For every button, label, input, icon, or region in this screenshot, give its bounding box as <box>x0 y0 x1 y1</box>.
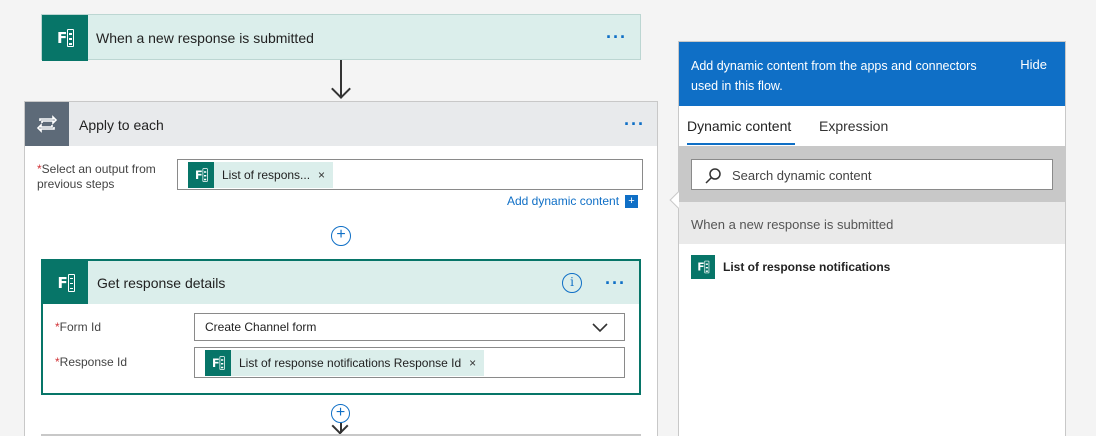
add-dynamic-content-link[interactable]: Add dynamic content <box>507 194 619 208</box>
panel-header: Add dynamic content from the apps and co… <box>679 42 1065 106</box>
section-header: When a new response is submitted <box>679 202 1065 244</box>
section-title: When a new response is submitted <box>691 217 894 232</box>
more-options-icon[interactable]: ··· <box>605 274 626 292</box>
select-output-label-text: Select an output from previous steps <box>37 162 156 191</box>
trigger-card[interactable]: F When a new response is submitted ··· <box>41 14 641 61</box>
form-id-label-text: Form Id <box>59 320 102 334</box>
response-id-input[interactable]: F List of response notifications Respons… <box>194 347 625 378</box>
loop-icon <box>36 115 58 133</box>
forms-icon: F <box>54 25 76 51</box>
token-remove-icon[interactable]: × <box>318 168 333 182</box>
trigger-title: When a new response is submitted <box>96 30 314 46</box>
forms-icon-box: F <box>42 15 88 61</box>
tab-dynamic-content[interactable]: Dynamic content <box>687 118 791 134</box>
arrow-down-icon <box>331 79 351 99</box>
token-label: List of response notifications Response … <box>239 356 462 370</box>
token-remove-icon[interactable]: × <box>469 356 484 370</box>
chevron-down-icon <box>592 323 608 333</box>
dynamic-content-panel: Add dynamic content from the apps and co… <box>669 41 1066 436</box>
forms-icon-box: F <box>43 261 88 304</box>
form-id-label: *Form Id <box>55 320 101 335</box>
panel-header-message: Add dynamic content from the apps and co… <box>691 59 977 93</box>
response-id-label: *Response Id <box>55 355 127 370</box>
search-area: Search dynamic content <box>679 146 1065 202</box>
search-placeholder: Search dynamic content <box>732 168 872 183</box>
info-icon[interactable]: i <box>562 273 582 293</box>
add-dynamic-content-icon[interactable]: + <box>625 195 638 208</box>
forms-icon: F <box>188 162 214 188</box>
dynamic-token[interactable]: F List of response notifications Respons… <box>205 350 485 376</box>
search-icon <box>705 168 721 184</box>
select-output-input[interactable]: F List of respons... × <box>177 159 643 190</box>
more-options-icon[interactable]: ··· <box>624 115 645 133</box>
forms-icon: F <box>54 269 77 296</box>
forms-icon: F <box>205 350 231 376</box>
apply-to-each-header[interactable]: Apply to each ··· <box>25 102 657 146</box>
get-response-details-title: Get response details <box>97 275 226 291</box>
search-input[interactable]: Search dynamic content <box>691 159 1053 190</box>
dynamic-token[interactable]: F List of respons... × <box>188 162 334 188</box>
tab-expression[interactable]: Expression <box>819 118 888 134</box>
dynamic-content-item-label: List of response notifications <box>723 260 891 274</box>
forms-icon: F <box>695 257 711 277</box>
active-tab-indicator <box>687 143 795 145</box>
dynamic-content-item[interactable]: F List of response notifications <box>691 255 890 279</box>
form-id-value: Create Channel form <box>205 320 317 334</box>
select-output-label: *Select an output from previous steps <box>37 162 167 192</box>
loop-icon-box <box>25 102 69 146</box>
form-id-dropdown[interactable]: Create Channel form <box>194 313 625 341</box>
hide-button[interactable]: Hide <box>1020 57 1047 72</box>
apply-to-each-title: Apply to each <box>79 117 164 133</box>
token-label: List of respons... <box>222 168 311 182</box>
get-response-details-header[interactable]: F Get response details i ··· <box>43 261 639 304</box>
forms-icon-box: F <box>691 255 715 279</box>
response-id-label-text: Response Id <box>59 355 128 369</box>
more-options-icon[interactable]: ··· <box>606 28 627 46</box>
insert-step-button[interactable]: + <box>331 226 351 246</box>
get-response-details-card: F Get response details i ··· *Form Id Cr… <box>41 259 641 395</box>
